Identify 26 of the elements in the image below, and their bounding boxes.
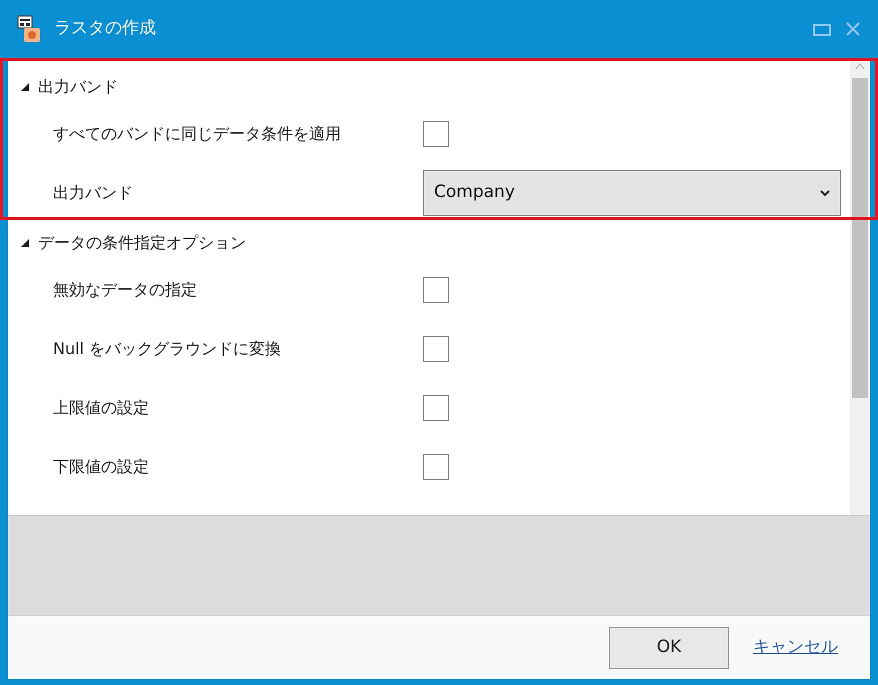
property-label: Null をバックグラウンドに変換 <box>53 338 282 360</box>
scrollbar[interactable] <box>850 58 870 515</box>
app-icon <box>16 14 42 44</box>
checkbox[interactable] <box>423 276 449 302</box>
window-title: ラスタの作成 <box>54 17 156 40</box>
collapse-triangle-icon[interactable] <box>20 238 30 248</box>
ok-button[interactable]: OK <box>609 626 729 668</box>
close-icon[interactable] <box>844 20 862 38</box>
property-label: 下限値の設定 <box>53 456 150 478</box>
property-label: すべてのバンドに同じデータ条件を適用 <box>53 122 342 144</box>
band-dropdown[interactable]: Company <box>423 170 841 216</box>
checkbox[interactable] <box>423 336 449 362</box>
property-label: 無効なデータの指定 <box>53 278 198 300</box>
restore-icon[interactable] <box>812 21 832 37</box>
scroll-thumb[interactable] <box>852 78 868 398</box>
checkbox[interactable] <box>423 120 449 146</box>
collapse-triangle-icon[interactable] <box>20 82 30 92</box>
property-label: 出力バンド <box>53 182 134 204</box>
cancel-link[interactable]: キャンセル <box>753 634 838 660</box>
scroll-up-icon[interactable] <box>855 62 865 70</box>
section-header[interactable]: データの条件指定オプション <box>38 231 246 255</box>
chevron-down-icon <box>820 188 830 196</box>
checkbox[interactable] <box>423 394 449 420</box>
checkbox[interactable] <box>423 454 449 480</box>
section-header[interactable]: 出力バンド <box>38 75 118 99</box>
property-label: 上限値の設定 <box>53 396 150 418</box>
